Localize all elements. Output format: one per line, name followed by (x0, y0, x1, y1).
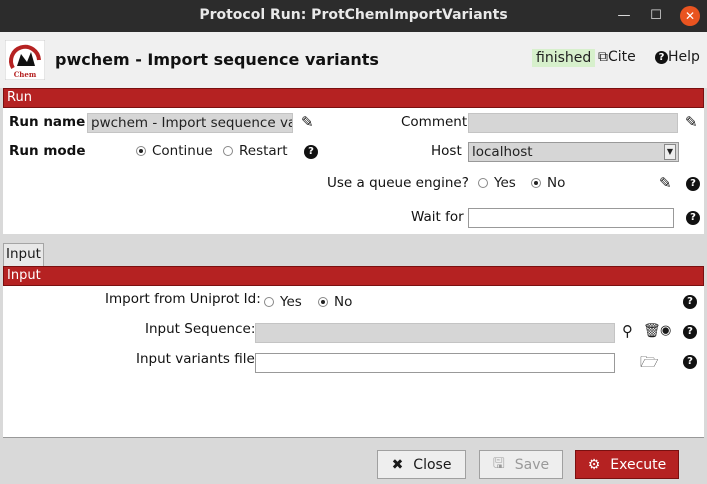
run-mode-help-icon[interactable]: ? (304, 145, 318, 159)
input-variants-help-icon[interactable]: ? (683, 355, 697, 369)
input-sequence-field[interactable] (255, 323, 615, 343)
external-link-icon: ⧉ (598, 49, 608, 65)
queue-no-radio[interactable]: No (531, 175, 565, 191)
radio-selected-icon (531, 178, 541, 188)
close-window-icon[interactable]: ✕ (680, 6, 700, 26)
radio-selected-icon (318, 297, 328, 307)
cite-label: Cite (608, 49, 636, 65)
dropdown-arrow-icon: ▼ (664, 144, 676, 160)
svg-text:Chem: Chem (14, 70, 37, 79)
run-section-header: Run (3, 88, 704, 108)
uniprot-label: Import from Uniprot Id: (105, 291, 261, 307)
input-section-panel: Import from Uniprot Id: Yes No ? Input S… (3, 286, 704, 438)
edit-queue-pencil-icon[interactable]: ✎ (659, 174, 672, 192)
eye-icon[interactable]: ◉ (660, 323, 671, 338)
help-link[interactable]: ? Help (655, 49, 700, 65)
uniprot-no-radio[interactable]: No (318, 294, 352, 310)
close-label: Close (413, 456, 452, 473)
run-mode-restart-radio[interactable]: Restart (223, 143, 288, 159)
input-sequence-label: Input Sequence: (145, 321, 256, 337)
scipion-chem-logo: Chem (5, 40, 45, 80)
input-variants-label: Input variants file: (136, 351, 260, 367)
save-button[interactable]: 🖫 Save (479, 450, 563, 479)
wait-for-label: Wait for (411, 209, 464, 225)
host-label: Host (431, 143, 462, 159)
folder-open-icon[interactable]: 🗁 (640, 352, 659, 377)
tab-input[interactable]: Input (3, 243, 44, 266)
edit-comment-pencil-icon[interactable]: ✎ (685, 113, 698, 131)
host-select[interactable]: localhost ▼ (468, 142, 679, 162)
run-name-label: Run name (9, 114, 86, 130)
help-circle-icon: ? (655, 51, 668, 64)
cite-link[interactable]: ⧉Cite (598, 49, 636, 65)
window-title: Protocol Run: ProtChemImportVariants (199, 7, 508, 23)
radio-unselected-icon (264, 297, 274, 307)
search-icon[interactable]: ⚲ (622, 322, 633, 340)
input-variants-field[interactable] (255, 353, 615, 373)
protocol-title: pwchem - Import sequence variants (55, 50, 379, 69)
run-mode-continue-radio[interactable]: Continue (136, 143, 213, 159)
radio-unselected-icon (223, 146, 233, 156)
host-value: localhost (472, 144, 533, 160)
uniprot-help-icon[interactable]: ? (683, 295, 697, 309)
run-name-field[interactable]: pwchem - Import sequence varia (87, 113, 293, 133)
wait-for-help-icon[interactable]: ? (686, 211, 700, 225)
comment-field[interactable] (468, 113, 678, 133)
save-disk-icon: 🖫 (492, 455, 505, 472)
help-label: Help (668, 49, 700, 65)
queue-help-icon[interactable]: ? (686, 177, 700, 191)
run-mode-label: Run mode (9, 143, 86, 159)
run-section-panel: Run name pwchem - Import sequence varia … (3, 108, 704, 234)
wait-for-field[interactable] (468, 208, 674, 228)
queue-yes-radio[interactable]: Yes (478, 175, 516, 191)
save-label: Save (514, 456, 550, 473)
minimize-icon[interactable]: — (614, 6, 634, 26)
window-titlebar: Protocol Run: ProtChemImportVariants — ☐… (0, 0, 707, 32)
protocol-header: Chem pwchem - Import sequence variants f… (0, 32, 707, 88)
input-section-header: Input (3, 266, 704, 286)
edit-run-name-pencil-icon[interactable]: ✎ (301, 113, 314, 131)
input-sequence-help-icon[interactable]: ? (683, 325, 697, 339)
trash-icon[interactable]: 🗑 (643, 323, 661, 339)
radio-unselected-icon (478, 178, 488, 188)
comment-label: Comment (401, 114, 468, 130)
queue-engine-label: Use a queue engine? (327, 175, 469, 191)
status-badge: finished (532, 49, 596, 67)
close-button[interactable]: ✖ Close (377, 450, 466, 479)
radio-selected-icon (136, 146, 146, 156)
execute-label: Execute (610, 456, 667, 473)
maximize-icon[interactable]: ☐ (646, 6, 666, 26)
gears-icon: ⚙ (587, 456, 601, 473)
execute-button[interactable]: ⚙ Execute (575, 450, 679, 479)
close-x-icon: ✖ (391, 456, 404, 473)
uniprot-yes-radio[interactable]: Yes (264, 294, 302, 310)
